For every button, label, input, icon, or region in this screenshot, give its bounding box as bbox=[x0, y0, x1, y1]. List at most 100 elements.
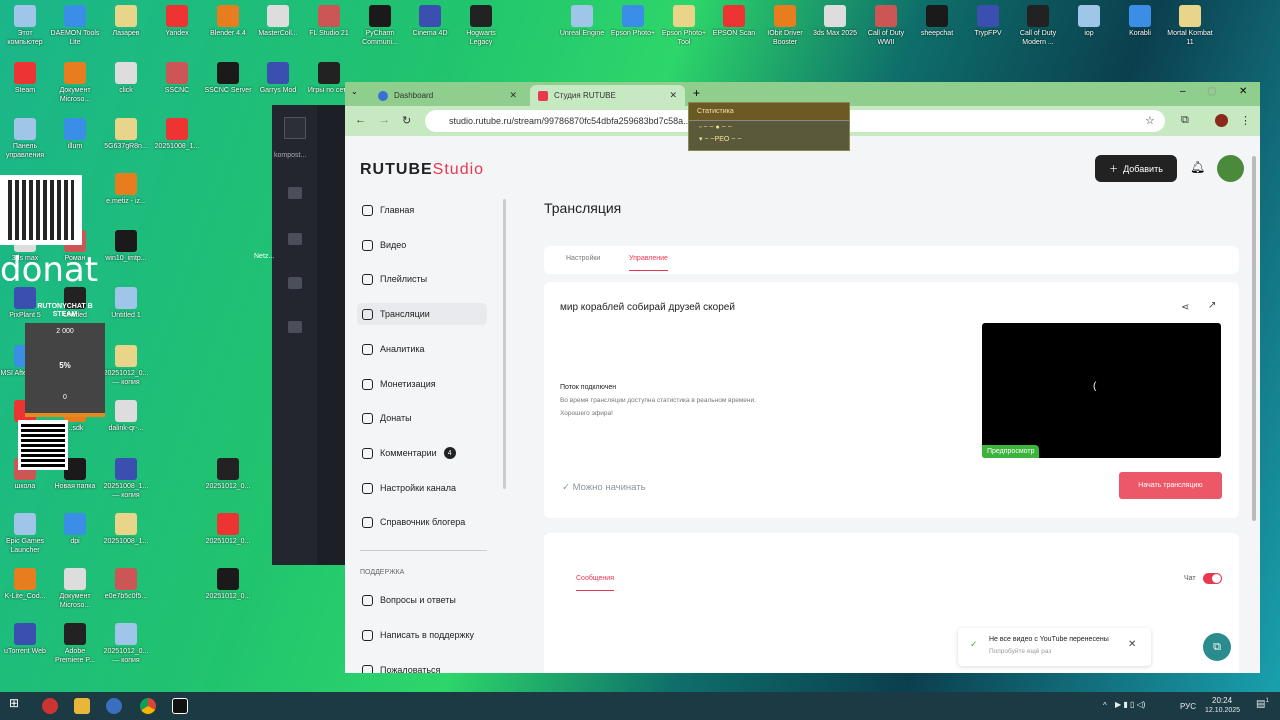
desktop-icon[interactable]: Epic Games Launcher bbox=[0, 513, 50, 555]
desktop-icon[interactable]: 20251012_0... bbox=[203, 568, 253, 601]
notification-center-icon[interactable]: ▤1 bbox=[1256, 698, 1269, 709]
bookmark-star-icon[interactable]: ☆ bbox=[1145, 114, 1155, 127]
desktop-icon[interactable]: Blender 4.4 bbox=[203, 5, 253, 38]
desktop-icon[interactable]: Панель управления bbox=[0, 118, 50, 160]
taskbar-app-icon[interactable] bbox=[42, 698, 58, 714]
desktop-icon[interactable]: dalink-qr-... bbox=[101, 400, 151, 433]
sidebar-item-channel-settings[interactable]: Настройки канала bbox=[357, 477, 487, 499]
sidebar-item-home[interactable]: Главная bbox=[357, 199, 487, 221]
file-explorer-icon[interactable] bbox=[74, 698, 90, 714]
desktop-icon[interactable]: e0e7b5c0f5... bbox=[101, 568, 151, 601]
toast-close-icon[interactable]: ✕ bbox=[1128, 639, 1136, 650]
desktop-icon[interactable]: Untitled 1 bbox=[101, 287, 151, 320]
chat-toggle[interactable] bbox=[1203, 573, 1222, 584]
desktop-icon[interactable]: Mortal Kombat 11 bbox=[1165, 5, 1215, 47]
sidebar-item-comments[interactable]: Комментарии 4 bbox=[357, 442, 487, 464]
desktop-icon[interactable]: 5G637gR8n... bbox=[101, 118, 151, 151]
new-tab-button[interactable]: + bbox=[693, 86, 700, 100]
desktop-icon[interactable]: 20251012_0... bbox=[203, 458, 253, 491]
desktop-icon[interactable]: iop bbox=[1064, 5, 1114, 38]
close-window-button[interactable]: ✕ bbox=[1239, 86, 1247, 97]
desktop-icon[interactable]: SSCNC Server bbox=[203, 62, 253, 95]
desktop-icon[interactable]: Epson Photo+ Tool bbox=[659, 5, 709, 47]
profile-avatar[interactable] bbox=[1215, 114, 1228, 127]
reload-icon[interactable]: ↻ bbox=[402, 114, 411, 127]
desktop-icon[interactable]: Steam bbox=[0, 62, 50, 95]
desktop-icon[interactable]: EPSON Scan bbox=[709, 5, 759, 38]
desktop-icon[interactable]: dpi bbox=[50, 513, 100, 546]
tray-chevron-icon[interactable]: ^ bbox=[1103, 701, 1107, 710]
minimize-button[interactable]: – bbox=[1180, 86, 1186, 97]
desktop-icon[interactable]: PyCharm Communi... bbox=[355, 5, 405, 47]
desktop-icon[interactable]: win10_imtp... bbox=[101, 230, 151, 263]
desktop-icon[interactable]: 20251012_0... — копия bbox=[101, 345, 151, 387]
add-button[interactable]: ＋ Добавить bbox=[1095, 155, 1177, 182]
start-button[interactable]: ⊞ bbox=[9, 696, 25, 712]
badge-icon[interactable] bbox=[288, 187, 302, 199]
channel-avatar[interactable] bbox=[1217, 155, 1244, 182]
desktop-icon[interactable]: Документ Microso... bbox=[50, 62, 100, 104]
taskbar-app-icon[interactable] bbox=[106, 698, 122, 714]
external-link-icon[interactable]: ↗ bbox=[1208, 300, 1216, 311]
tab-control[interactable]: Управление bbox=[629, 255, 668, 271]
desktop-icon[interactable]: Hogwarts Legacy bbox=[456, 5, 506, 47]
desktop-icon[interactable]: TrypFPV bbox=[963, 5, 1013, 38]
clock-date[interactable]: 12.10.2025 bbox=[1205, 707, 1240, 714]
desktop-icon[interactable]: Yandex bbox=[152, 5, 202, 38]
desktop-icon[interactable]: Korabli bbox=[1115, 5, 1165, 38]
language-indicator[interactable]: РУС bbox=[1180, 702, 1196, 711]
desktop-icon[interactable]: 20251012_0... — копия bbox=[101, 623, 151, 665]
desktop-icon[interactable]: click bbox=[101, 62, 151, 95]
sidebar-item-streams[interactable]: Трансляции bbox=[357, 303, 487, 325]
sidebar-item-faq[interactable]: Вопросы и ответы bbox=[357, 589, 487, 611]
bell-icon[interactable]: 🔔︎ bbox=[1190, 160, 1205, 174]
desktop-icon[interactable]: 3ds Max 2025 bbox=[810, 5, 860, 38]
desktop-icon[interactable]: uTorrent Web bbox=[0, 623, 50, 656]
desktop-icon[interactable]: Unreal Engine bbox=[557, 5, 607, 38]
sidebar-item-report[interactable]: Пожаловаться bbox=[357, 659, 487, 673]
forward-icon[interactable]: → bbox=[379, 114, 390, 126]
tab-rutube-studio[interactable]: Студия RUTUBE ✕ bbox=[530, 85, 685, 106]
share-icon[interactable]: ⋖ bbox=[1181, 302, 1189, 313]
desktop-icon[interactable]: 20251008_1... bbox=[152, 118, 202, 151]
download-icon[interactable] bbox=[288, 233, 302, 245]
chat-icon[interactable] bbox=[288, 321, 302, 333]
desktop-icon[interactable]: Cinema 4D bbox=[405, 5, 455, 38]
sidebar-item-playlists[interactable]: Плейлисты bbox=[357, 268, 487, 290]
desktop-icon[interactable]: SSCNC bbox=[152, 62, 202, 95]
sidebar-item-blogger-guide[interactable]: Справочник блогера bbox=[357, 511, 487, 533]
clock-time[interactable]: 20:24 bbox=[1212, 696, 1232, 705]
menu-icon[interactable]: ⋮ bbox=[1240, 114, 1251, 127]
desktop-icon[interactable]: e.metiz - iz... bbox=[101, 173, 151, 206]
desktop-icon[interactable]: sheepchat bbox=[912, 5, 962, 38]
desktop-icon[interactable]: FL Studio 21 bbox=[304, 5, 354, 38]
terminal-icon[interactable] bbox=[172, 698, 188, 714]
sidebar-item-video[interactable]: Видео bbox=[357, 234, 487, 256]
desktop-icon[interactable]: 20251008_1... bbox=[101, 513, 151, 546]
desktop-icon[interactable]: Лазарев bbox=[101, 5, 151, 38]
sidebar-item-donations[interactable]: Донаты bbox=[357, 407, 487, 429]
desktop-icon[interactable]: K-Lite_Cod... bbox=[0, 568, 50, 601]
sidebar-scrollbar[interactable] bbox=[503, 199, 506, 489]
desktop-icon[interactable]: illum bbox=[50, 118, 100, 151]
tab-list-button[interactable]: ⌄ bbox=[351, 87, 358, 96]
desktop-icon[interactable]: 20251008_1... — копия bbox=[101, 458, 151, 500]
back-icon[interactable]: ← bbox=[355, 114, 366, 126]
page-scrollbar[interactable] bbox=[1252, 156, 1256, 521]
start-stream-button[interactable]: Начать трансляцию bbox=[1119, 472, 1222, 499]
desktop-icon[interactable]: Epson Photo+ bbox=[608, 5, 658, 38]
desktop-icon[interactable]: 20251012_0... bbox=[203, 513, 253, 546]
desktop-icon[interactable]: IObit Driver Booster bbox=[760, 5, 810, 47]
tab-messages[interactable]: Сообщения bbox=[576, 575, 614, 591]
desktop-icon[interactable]: Call of Duty Modern ... bbox=[1013, 5, 1063, 47]
close-tab-icon[interactable]: ✕ bbox=[509, 90, 517, 101]
desktop-icon[interactable]: Этот компьютер bbox=[0, 5, 50, 47]
chrome-icon[interactable] bbox=[140, 698, 156, 714]
sidebar-item-contact-support[interactable]: Написать в поддержку bbox=[357, 624, 487, 646]
support-chat-fab[interactable]: ⧉ bbox=[1203, 633, 1231, 661]
user-avatar[interactable] bbox=[284, 117, 306, 139]
desktop-icon[interactable]: Garrys Mod bbox=[253, 62, 303, 95]
tray-icons[interactable]: ▶ ▮ ▯ ◁) bbox=[1115, 700, 1145, 709]
desktop-icon[interactable]: MasterColl... bbox=[253, 5, 303, 38]
maximize-button[interactable]: ▢ bbox=[1207, 86, 1216, 97]
